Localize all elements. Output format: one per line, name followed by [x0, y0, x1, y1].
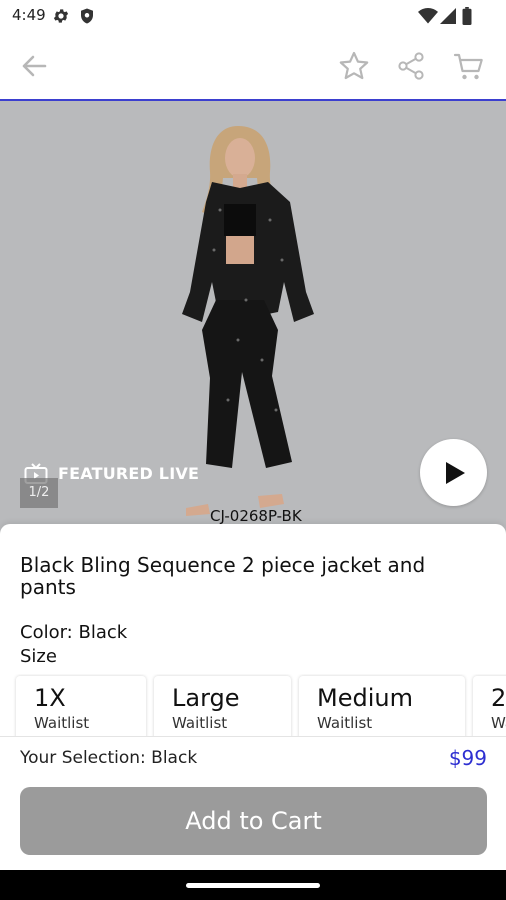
size-status: Waitlist [34, 714, 90, 732]
status-time: 4:49 [12, 6, 46, 24]
add-to-cart-button[interactable]: Add to Cart [20, 787, 487, 855]
product-screen: 4:49 CJ-0268P-BK FEATURED LIVE 1/2 Black… [0, 0, 506, 900]
share-icon[interactable] [394, 49, 428, 83]
image-pager: 1/2 [20, 478, 58, 508]
selection-summary: Your Selection: Black [20, 748, 198, 768]
size-status: Waitlist [172, 714, 228, 732]
size-name: Medium [317, 684, 413, 712]
system-nav-bar [0, 870, 506, 900]
divider [0, 736, 506, 737]
size-options: 1X Waitlist Large Waitlist Medium Waitli… [0, 674, 506, 736]
product-price: $99 [448, 746, 487, 770]
product-sku: CJ-0268P-BK [210, 507, 302, 525]
size-option-large[interactable]: Large Waitlist [154, 676, 291, 736]
battery-icon [462, 7, 472, 25]
play-icon [446, 462, 465, 484]
cart-icon[interactable] [452, 49, 486, 83]
gear-icon [53, 9, 69, 23]
size-label: Size [20, 646, 57, 667]
size-name: 2X [491, 684, 506, 712]
status-bar: 4:49 [0, 0, 506, 32]
star-icon[interactable] [337, 49, 371, 83]
size-status: Waitlist [317, 714, 373, 732]
shield-icon [81, 8, 93, 24]
size-name: 1X [34, 684, 66, 712]
size-option-1x[interactable]: 1X Waitlist [16, 676, 146, 736]
size-status: Waitlist [491, 714, 506, 732]
size-option-2x[interactable]: 2X Waitlist [473, 676, 506, 736]
featured-live-label: FEATURED LIVE [58, 464, 200, 483]
app-bar [0, 32, 506, 101]
back-arrow-icon[interactable] [17, 49, 51, 83]
wifi-icon [418, 8, 438, 24]
home-gesture-handle[interactable] [186, 883, 320, 888]
product-title: Black Bling Sequence 2 piece jacket and … [20, 553, 426, 599]
size-name: Large [172, 684, 240, 712]
signal-icon [440, 8, 456, 24]
play-button[interactable] [420, 439, 487, 506]
color-label: Color: Black [20, 622, 128, 643]
size-option-medium[interactable]: Medium Waitlist [299, 676, 465, 736]
